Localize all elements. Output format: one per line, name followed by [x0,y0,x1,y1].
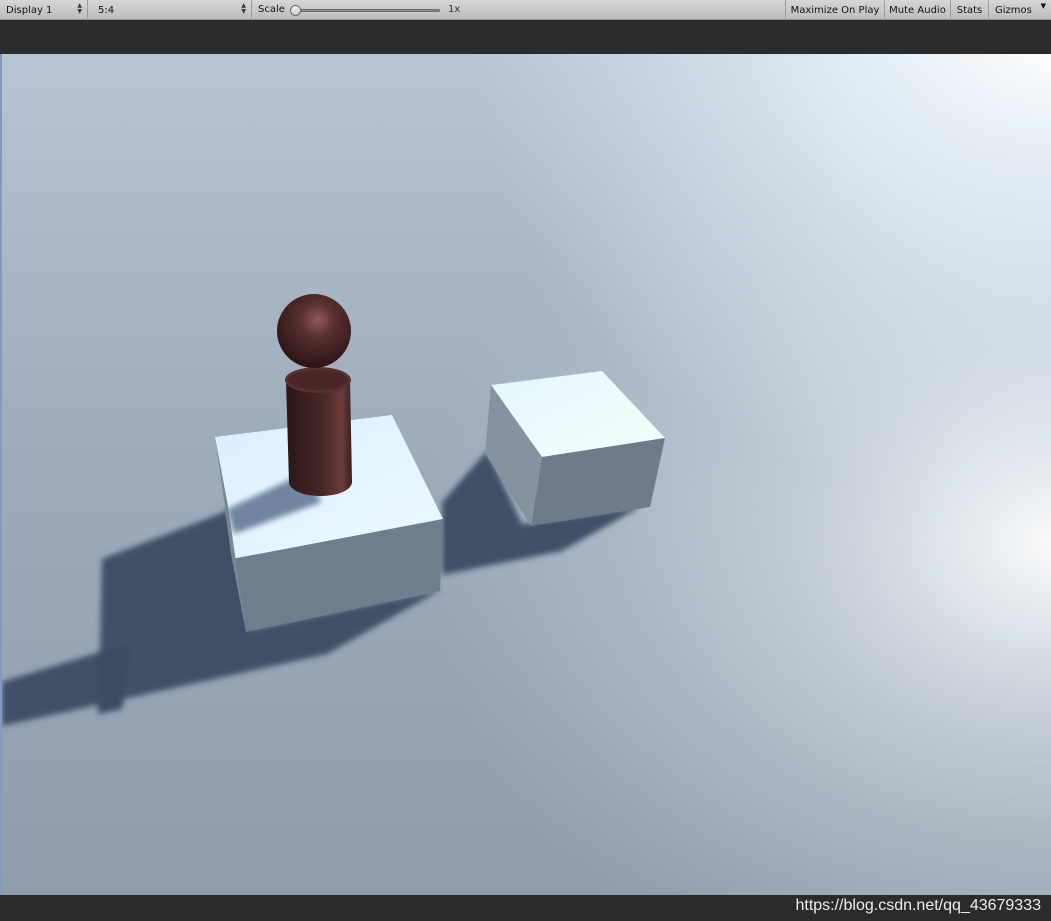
aspect-label: 5:4 [98,4,115,16]
scale-slider-track[interactable] [295,9,440,12]
dropdown-arrows-icon: ▲ ▼ [77,2,82,15]
stats-toggle[interactable]: Stats [950,0,988,20]
maximize-label: Maximize On Play [790,4,880,16]
scale-control: Scale 1x [252,0,464,20]
mute-audio-toggle[interactable]: Mute Audio [884,0,950,20]
maximize-on-play-toggle[interactable]: Maximize On Play [785,0,884,20]
mute-label: Mute Audio [889,4,946,16]
scale-slider-thumb[interactable] [290,5,301,16]
scale-label: Scale [258,4,285,15]
aspect-dropdown[interactable]: 5:4 ▲ ▼ [92,0,252,20]
dropdown-arrows-icon: ▲ ▼ [241,2,246,15]
game-view-header-band [0,20,1051,54]
scale-value: 1x [448,4,461,15]
gizmos-dropdown[interactable]: Gizmos ▼ [988,0,1051,20]
display-dropdown[interactable]: Display 1 ▲ ▼ [0,0,88,20]
watermark-text: https://blog.csdn.net/qq_43679333 [795,897,1041,914]
display-label: Display 1 [6,4,53,16]
chevron-down-icon: ▼ [1040,2,1046,10]
gizmos-label: Gizmos [995,4,1032,16]
scene-render [2,54,1051,895]
game-view-toolbar: Display 1 ▲ ▼ 5:4 ▲ ▼ Scale 1x Maximize On… [0,0,1051,20]
stats-label: Stats [956,4,983,16]
game-viewport[interactable] [0,54,1051,895]
